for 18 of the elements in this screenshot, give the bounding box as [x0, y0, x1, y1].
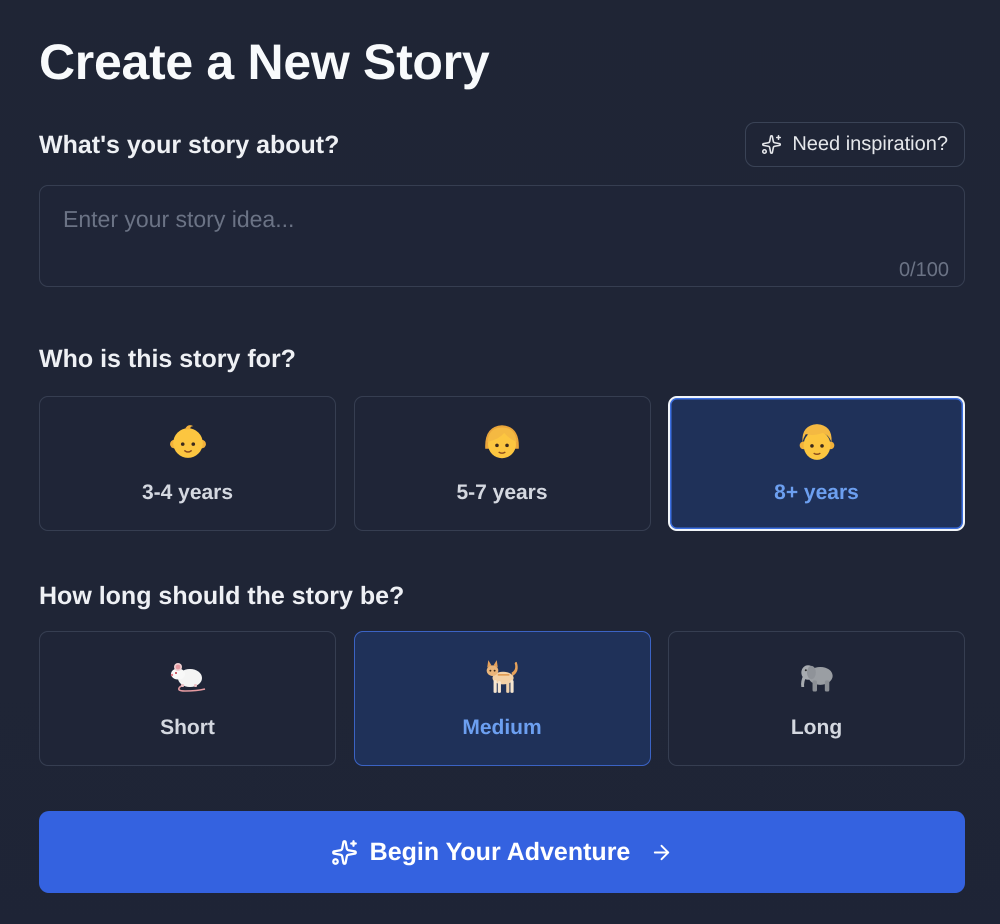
length-option-card[interactable]: Long [668, 631, 965, 766]
length-option-card[interactable]: Short [39, 631, 336, 766]
page-title: Create a New Story [39, 35, 490, 90]
begin-adventure-button[interactable]: Begin Your Adventure [39, 811, 965, 893]
age-option-card[interactable]: 3-4 years [39, 396, 336, 531]
sparkle-icon [330, 838, 358, 866]
age-option-card[interactable]: 5-7 years [354, 396, 650, 531]
section-label: Who is this story for? [39, 344, 297, 374]
section-label: What's your story about? [39, 130, 340, 160]
baby-face-icon [168, 422, 206, 460]
boy-face-icon [798, 422, 836, 460]
need-inspiration-button[interactable]: Need inspiration? [745, 122, 965, 167]
character-count: 0/100 [898, 258, 949, 282]
section-label: How long should the story be? [39, 581, 406, 611]
length-option-card[interactable]: Medium [354, 631, 650, 766]
sparkle-icon [761, 134, 782, 155]
child-face-icon [483, 422, 521, 460]
age-option-card[interactable]: 8+ years [668, 396, 965, 531]
